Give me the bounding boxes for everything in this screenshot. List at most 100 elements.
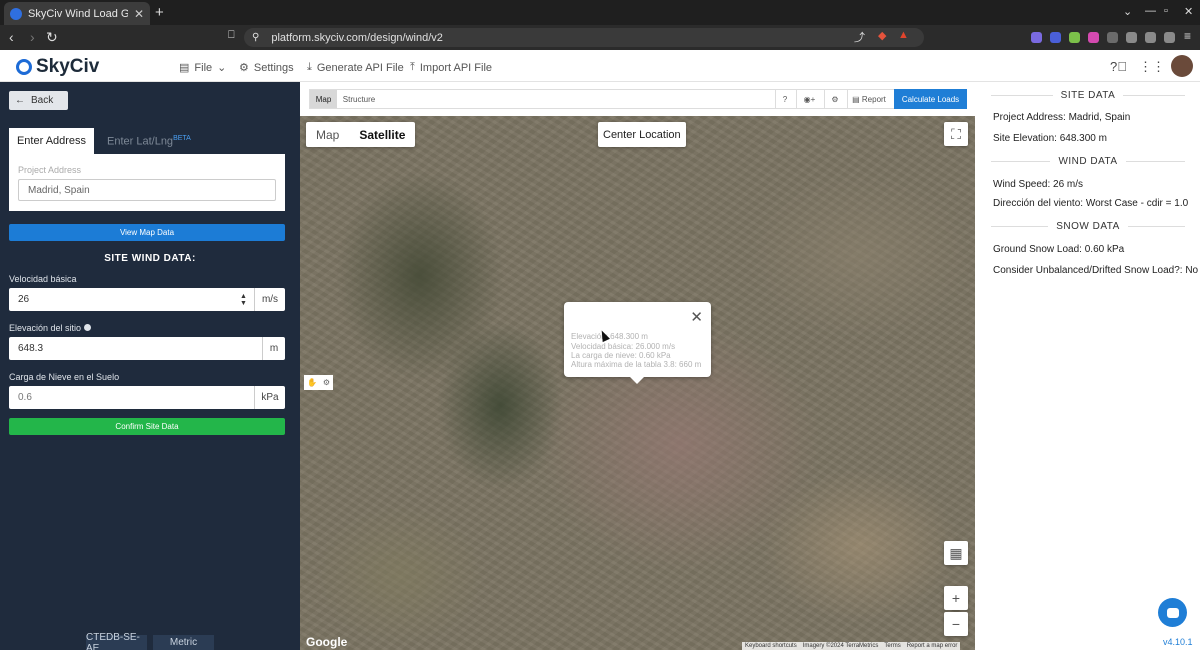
center-location-button[interactable]: Center Location (598, 122, 686, 147)
version-label: v4.10.1 (1163, 637, 1193, 647)
forward-nav-icon[interactable]: › (30, 29, 35, 45)
extension-icon[interactable] (1050, 32, 1061, 43)
wind-speed-field: 26 ▲ ▼ m/s (9, 288, 285, 311)
settings-small-icon[interactable]: ⚙ (323, 378, 330, 387)
leo-icon[interactable] (1164, 32, 1175, 43)
imagery-credit: Imagery ©2024 TerraMetrics (802, 643, 879, 649)
tab-title: SkyCiv Wind Load Generato (28, 7, 128, 20)
tab-structure[interactable]: Structure (339, 90, 379, 108)
view-map-data-button[interactable]: View Map Data (9, 224, 285, 241)
extension-icon[interactable] (1069, 32, 1080, 43)
maximize-icon[interactable]: ▫ (1164, 5, 1168, 17)
reload-icon[interactable]: ↻ (46, 29, 58, 46)
wallet-icon[interactable] (1145, 32, 1156, 43)
file-icon: ▤ (179, 62, 190, 74)
zoom-out-icon[interactable]: − (944, 612, 968, 636)
tab-enter-latlng[interactable]: Enter Lat/LngBETA (107, 135, 191, 148)
skyciv-logo-icon (16, 59, 32, 75)
design-code-badge[interactable]: CTEDB-SE-AE (86, 632, 147, 650)
snow-load-input[interactable]: 0.6 (9, 386, 254, 409)
zoom-in-icon[interactable]: + (944, 586, 968, 610)
site-elevation: Site Elevation: 648.300 m (993, 133, 1107, 144)
snow-load-label: Carga de Nieve en el Suelo (9, 372, 120, 382)
browser-tab[interactable]: SkyCiv Wind Load Generato ✕ (4, 2, 150, 25)
satellite-map[interactable]: Map Satellite Center Location ⛶ ✋ ⚙ ✕ El… (300, 116, 975, 650)
site-data-heading: SITE DATA (991, 90, 1186, 101)
extension-icon[interactable] (1031, 32, 1042, 43)
bookmark-icon[interactable]: ⎕ (228, 29, 235, 42)
map-layers-icon[interactable]: ▦ (944, 541, 968, 565)
info-popup: ✕ Elevación: 648.300 m Velocidad básica:… (564, 302, 711, 384)
site-data-title: SITE DATA (1060, 90, 1116, 101)
tab-enter-address[interactable]: Enter Address (9, 128, 94, 154)
confirm-site-data-button[interactable]: Confirm Site Data (9, 418, 285, 435)
sidebar-toggle-icon[interactable] (1126, 32, 1137, 43)
tab-map[interactable]: Map (310, 90, 337, 108)
apps-grid-icon[interactable]: ⋮⋮ (1139, 59, 1165, 75)
calculate-loads-button[interactable]: Calculate Loads (894, 89, 967, 109)
generate-api-button[interactable]: ⤓ Generate API File (307, 61, 404, 74)
terms-link[interactable]: Terms (884, 643, 900, 649)
popup-snow: La carga de nieve: 0.60 kPa (571, 351, 671, 360)
site-info-icon[interactable]: ⚲ (252, 32, 259, 43)
tab-close-icon[interactable]: ✕ (134, 7, 144, 21)
file-menu[interactable]: ▤ File ⌄ (179, 61, 227, 75)
back-button[interactable]: ← Back (9, 91, 68, 110)
wind-speed: Wind Speed: 26 m/s (993, 179, 1084, 190)
tab-list-icon[interactable]: ⌄ (1123, 5, 1132, 18)
elevation-label: Elevación del sitio (9, 323, 92, 333)
report-map-error-link[interactable]: Report a map error (907, 643, 958, 649)
map-type-satellite-button[interactable]: Satellite (349, 122, 415, 147)
file-menu-label: File (194, 61, 213, 74)
help-icon[interactable]: ?⃝ (1110, 59, 1127, 74)
site-input-panel: ← Back Enter Address Enter Lat/LngBETA P… (0, 82, 300, 650)
wind-speed-input[interactable]: 26 (9, 288, 240, 311)
extensions-puzzle-icon[interactable] (1107, 32, 1118, 43)
elevation-field: 648.3 m (9, 337, 285, 360)
browser-address-bar: ‹ › ↻ ⎕ ⚲ platform.skyciv.com/design/win… (0, 25, 1200, 50)
upload-icon: ⤒ (410, 61, 415, 73)
elevation-input[interactable]: 648.3 (9, 337, 262, 360)
url-field[interactable]: ⚲ platform.skyciv.com/design/wind/v2 ⤴ ◆… (244, 28, 924, 47)
pan-hand-icon[interactable]: ✋ (307, 378, 317, 387)
address-input[interactable]: Madrid, Spain (18, 179, 276, 201)
window-close-icon[interactable]: ✕ (1184, 5, 1193, 18)
keyboard-shortcuts-link[interactable]: Keyboard shortcuts (745, 643, 797, 649)
map-toolbar: Map Structure ? ◉+ ⚙ ▤ Report Calculate … (309, 89, 967, 109)
wind-speed-label: Velocidad básica (9, 274, 77, 284)
import-api-button[interactable]: ⤒ Import API File (410, 61, 492, 74)
popup-elevation: Elevación: 648.300 m (571, 332, 648, 341)
units-badge[interactable]: Metric (153, 635, 214, 650)
elevation-unit: m (262, 337, 285, 360)
brave-shield-icon[interactable]: ◆ (878, 29, 886, 42)
skyciv-logo[interactable]: SkyCiv (16, 56, 99, 78)
address-box: Project Address Madrid, Spain (9, 154, 285, 211)
close-icon[interactable]: ✕ (690, 308, 703, 326)
settings-menu[interactable]: ⚙ Settings (239, 61, 294, 75)
number-stepper[interactable]: ▲ ▼ (240, 288, 254, 311)
fullscreen-icon[interactable]: ⛶ (944, 122, 968, 146)
settings-gear-icon[interactable]: ⚙ (825, 90, 845, 108)
chevron-down-icon: ⌄ (217, 62, 227, 74)
settings-label: Settings (253, 61, 294, 74)
new-tab-icon[interactable]: + (155, 4, 164, 21)
info-icon[interactable] (84, 324, 92, 331)
extension-icon[interactable] (1088, 32, 1099, 43)
wind-direction: Dirección del viento: Worst Case - cdir … (993, 198, 1189, 209)
report-button[interactable]: ▤ Report (849, 90, 889, 108)
map-type-map-button[interactable]: Map (306, 122, 349, 147)
help-button[interactable]: ? (776, 90, 794, 108)
browser-menu-icon[interactable]: ≡ (1184, 29, 1191, 43)
address-label: Project Address (18, 165, 82, 175)
chat-icon[interactable] (1158, 598, 1187, 627)
gear-icon: ⚙ (239, 62, 249, 74)
brave-rewards-icon[interactable]: ▲ (898, 29, 909, 41)
wind-data-heading: WIND DATA (991, 156, 1185, 167)
back-nav-icon[interactable]: ‹ (9, 29, 14, 45)
avatar[interactable] (1171, 55, 1193, 77)
camera-add-icon[interactable]: ◉+ (797, 90, 822, 108)
share-icon[interactable]: ⤴ (854, 29, 865, 45)
popup-wind: Velocidad básica: 26.000 m/s (571, 342, 676, 351)
minimize-icon[interactable]: — (1145, 5, 1156, 17)
map-type-control: Map Satellite (306, 122, 416, 147)
